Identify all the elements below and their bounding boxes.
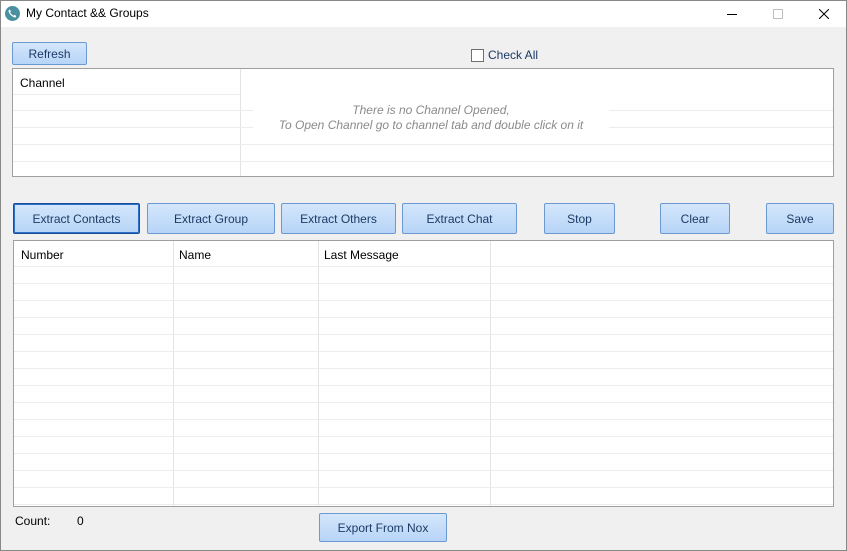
minimize-icon <box>727 13 737 15</box>
grid-line <box>14 266 833 267</box>
empty-message-line-2: To Open Channel go to channel tab and do… <box>278 118 584 132</box>
title-bar[interactable]: My Contact && Groups <box>0 0 847 27</box>
check-all-label: Check All <box>488 48 539 62</box>
refresh-button[interactable]: Refresh <box>12 42 87 65</box>
export-from-nox-button[interactable]: Export From Nox <box>319 513 447 542</box>
column-divider <box>318 241 319 506</box>
extract-contacts-button[interactable]: Extract Contacts <box>13 203 140 234</box>
count-value: 0 <box>77 514 84 528</box>
last-message-column-header[interactable]: Last Message <box>324 248 399 262</box>
maximize-button[interactable] <box>755 0 801 27</box>
extract-chat-button[interactable]: Extract Chat <box>402 203 517 234</box>
grid-line <box>14 334 833 335</box>
name-column-header[interactable]: Name <box>179 248 211 262</box>
clear-button[interactable]: Clear <box>660 203 730 234</box>
checkbox-box[interactable] <box>471 48 484 62</box>
grid-line <box>13 94 240 95</box>
extract-group-button[interactable]: Extract Group <box>147 203 275 234</box>
empty-channel-message: There is no Channel Opened, To Open Chan… <box>253 103 609 133</box>
grid-line <box>14 368 833 369</box>
grid-line <box>14 300 833 301</box>
channel-column-header[interactable]: Channel <box>20 76 65 90</box>
window-title: My Contact && Groups <box>26 6 149 20</box>
contacts-grid[interactable]: Number Name Last Message <box>13 240 834 507</box>
column-divider <box>490 241 491 506</box>
channel-list[interactable]: Channel There is no Channel Opened, To O… <box>12 68 834 177</box>
grid-line <box>14 504 833 505</box>
grid-line <box>13 144 833 145</box>
column-divider <box>173 241 174 506</box>
extract-others-button[interactable]: Extract Others <box>281 203 396 234</box>
grid-line <box>14 453 833 454</box>
grid-line <box>14 436 833 437</box>
check-all-checkbox[interactable]: Check All <box>471 47 538 63</box>
grid-line <box>14 317 833 318</box>
maximize-icon <box>773 8 783 19</box>
grid-line <box>14 419 833 420</box>
grid-line <box>14 487 833 488</box>
phone-icon <box>5 6 20 21</box>
grid-line <box>14 470 833 471</box>
grid-line <box>13 161 833 162</box>
save-button[interactable]: Save <box>766 203 834 234</box>
close-button[interactable] <box>801 0 847 27</box>
grid-line <box>14 402 833 403</box>
stop-button[interactable]: Stop <box>544 203 615 234</box>
minimize-button[interactable] <box>709 0 755 27</box>
grid-line <box>14 385 833 386</box>
count-label: Count: <box>15 514 51 528</box>
grid-line <box>14 351 833 352</box>
grid-line <box>14 283 833 284</box>
close-icon <box>819 8 829 19</box>
empty-message-line-1: There is no Channel Opened, <box>352 103 510 117</box>
number-column-header[interactable]: Number <box>21 248 64 262</box>
